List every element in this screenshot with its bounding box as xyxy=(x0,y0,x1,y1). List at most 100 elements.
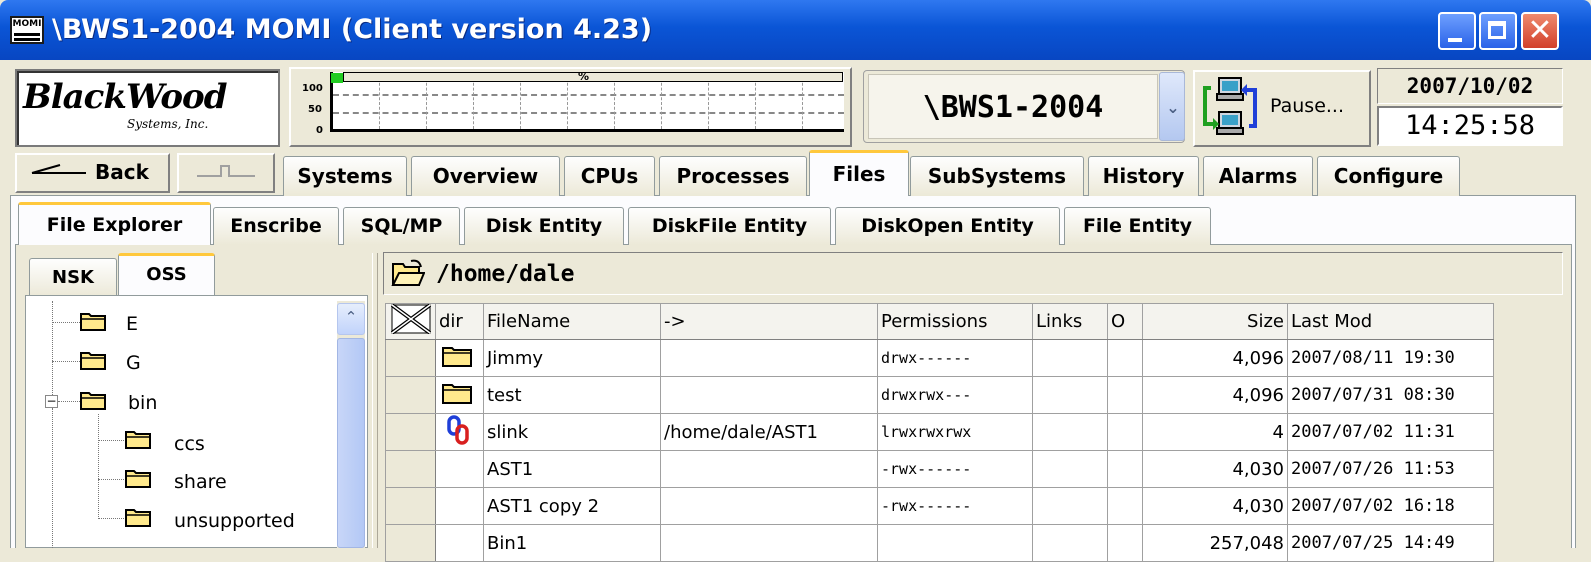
table-row[interactable]: test drwxrwx--- 4,096 2007/07/31 08:30 xyxy=(385,376,1494,414)
tree-item-ccs[interactable]: ccs xyxy=(125,429,325,457)
column-header-link-target[interactable]: -> xyxy=(660,303,878,340)
graph-gridline xyxy=(708,78,709,129)
select-all-corner[interactable] xyxy=(385,303,436,340)
symlink-icon xyxy=(447,414,469,445)
scroll-up-button[interactable]: ⌃ xyxy=(337,303,365,335)
subtab-file-entity[interactable]: File Entity xyxy=(1064,207,1211,245)
open-folder-icon[interactable] xyxy=(391,259,425,287)
tab-files[interactable]: Files xyxy=(809,150,909,196)
maximize-icon xyxy=(1488,21,1506,39)
table-row[interactable]: slink /home/dale/AST1 lrwxrwxrwx 4 2007/… xyxy=(385,413,1494,451)
tree-item-share[interactable]: share xyxy=(125,468,325,496)
file-size: 4 xyxy=(1142,413,1288,451)
folder-icon xyxy=(125,431,151,449)
file-size: 4,030 xyxy=(1142,487,1288,525)
system-name-value[interactable]: \BWS1-2004 xyxy=(868,74,1158,139)
graph-gridline xyxy=(520,78,521,129)
tab-alarms[interactable]: Alarms xyxy=(1203,156,1313,196)
tab-processes[interactable]: Processes xyxy=(659,156,807,196)
collapse-toggle[interactable]: − xyxy=(45,395,58,408)
subtab-file-explorer[interactable]: File Explorer xyxy=(18,202,211,245)
file-last-mod: 2007/07/25 14:49 xyxy=(1287,524,1494,562)
tree-item-bin[interactable]: bin xyxy=(80,390,280,418)
table-row[interactable]: AST1 copy 2 -rwx------ 4,030 2007/07/02 … xyxy=(385,487,1494,525)
column-header-size[interactable]: Size xyxy=(1142,303,1288,340)
tab-subsystems[interactable]: SubSystems xyxy=(910,156,1084,196)
row-type-cell xyxy=(435,524,484,562)
folder-icon xyxy=(442,383,472,404)
pane-splitter[interactable] xyxy=(372,253,378,548)
subtab-sql-mp[interactable]: SQL/MP xyxy=(343,207,460,245)
table-row[interactable]: Bin1 257,048 2007/07/25 14:49 xyxy=(385,524,1494,562)
folder-icon xyxy=(80,392,106,410)
file-last-mod: 2007/07/31 08:30 xyxy=(1287,376,1494,414)
tab-overview[interactable]: Overview xyxy=(411,156,560,196)
row-type-cell xyxy=(435,413,484,451)
logo-tagline: Systems, Inc. xyxy=(127,117,209,131)
row-selector[interactable] xyxy=(385,450,436,488)
scroll-thumb[interactable] xyxy=(337,338,365,548)
tab-systems[interactable]: Systems xyxy=(283,156,407,196)
file-permissions: -rwx------ xyxy=(877,487,1033,525)
pause-label: Pause... xyxy=(1270,95,1344,117)
minimize-button[interactable] xyxy=(1438,12,1476,50)
file-permissions: lrwxrwxrwx xyxy=(877,413,1033,451)
link-target xyxy=(660,524,878,562)
close-icon: ✕ xyxy=(1527,13,1553,48)
column-header-dir[interactable]: dir xyxy=(435,303,484,340)
app-icon: MOMI xyxy=(10,16,44,44)
row-selector[interactable] xyxy=(385,339,436,377)
file-last-mod: 2007/07/02 16:18 xyxy=(1287,487,1494,525)
tab-oss[interactable]: OSS xyxy=(118,253,215,296)
file-name: slink xyxy=(483,413,661,451)
close-button[interactable]: ✕ xyxy=(1521,12,1559,50)
row-selector[interactable] xyxy=(385,376,436,414)
link-target xyxy=(660,487,878,525)
graph-gridline xyxy=(661,78,662,129)
tab-cpus[interactable]: CPUs xyxy=(564,156,655,196)
subtab-disk-entity[interactable]: Disk Entity xyxy=(464,207,624,245)
folder-icon xyxy=(442,346,472,367)
tree-item-e[interactable]: E xyxy=(80,311,280,339)
graph-y-tick: 0 xyxy=(316,125,323,136)
tree-connector xyxy=(52,408,53,548)
row-selector[interactable] xyxy=(385,524,436,562)
column-header-last-mod[interactable]: Last Mod xyxy=(1287,303,1494,340)
column-header-links[interactable]: Links xyxy=(1032,303,1108,340)
tab-history[interactable]: History xyxy=(1088,156,1199,196)
link-target xyxy=(660,450,878,488)
graph-gridline xyxy=(755,78,756,129)
file-permissions xyxy=(877,524,1033,562)
tab-configure[interactable]: Configure xyxy=(1317,156,1460,196)
file-links xyxy=(1032,450,1108,488)
file-last-mod: 2007/07/02 11:31 xyxy=(1287,413,1494,451)
subtab-diskopen-entity[interactable]: DiskOpen Entity xyxy=(835,207,1060,245)
row-selector[interactable] xyxy=(385,487,436,525)
current-path: /home/dale xyxy=(436,261,575,287)
link-target xyxy=(660,376,878,414)
link-target: /home/dale/AST1 xyxy=(660,413,878,451)
tab-nsk[interactable]: NSK xyxy=(29,258,117,296)
column-header-permissions[interactable]: Permissions xyxy=(877,303,1033,340)
subtab-diskfile-entity[interactable]: DiskFile Entity xyxy=(628,207,831,245)
file-name: test xyxy=(483,376,661,414)
file-size: 4,030 xyxy=(1142,450,1288,488)
subtab-enscribe[interactable]: Enscribe xyxy=(213,207,339,245)
table-row[interactable]: AST1 -rwx------ 4,030 2007/07/26 11:53 xyxy=(385,450,1494,488)
file-links xyxy=(1032,487,1108,525)
column-header-owner[interactable]: O xyxy=(1107,303,1143,340)
time-value: 14:25:58 xyxy=(1404,110,1536,141)
file-links xyxy=(1032,339,1108,377)
graph-gridline xyxy=(802,78,803,129)
file-name: AST1 xyxy=(483,450,661,488)
column-header-filename[interactable]: FileName xyxy=(483,303,661,340)
file-links xyxy=(1032,413,1108,451)
tree-item-unsupported[interactable]: unsupported xyxy=(125,507,330,535)
row-selector[interactable] xyxy=(385,413,436,451)
row-type-cell xyxy=(435,376,484,414)
table-row[interactable]: Jimmy drwx------ 4,096 2007/08/11 19:30 xyxy=(385,339,1494,377)
tree-item-g[interactable]: G xyxy=(80,350,280,378)
graph-gridline xyxy=(333,112,844,114)
maximize-button[interactable] xyxy=(1479,12,1517,50)
system-dropdown-button[interactable]: ⌄ xyxy=(1159,72,1185,141)
